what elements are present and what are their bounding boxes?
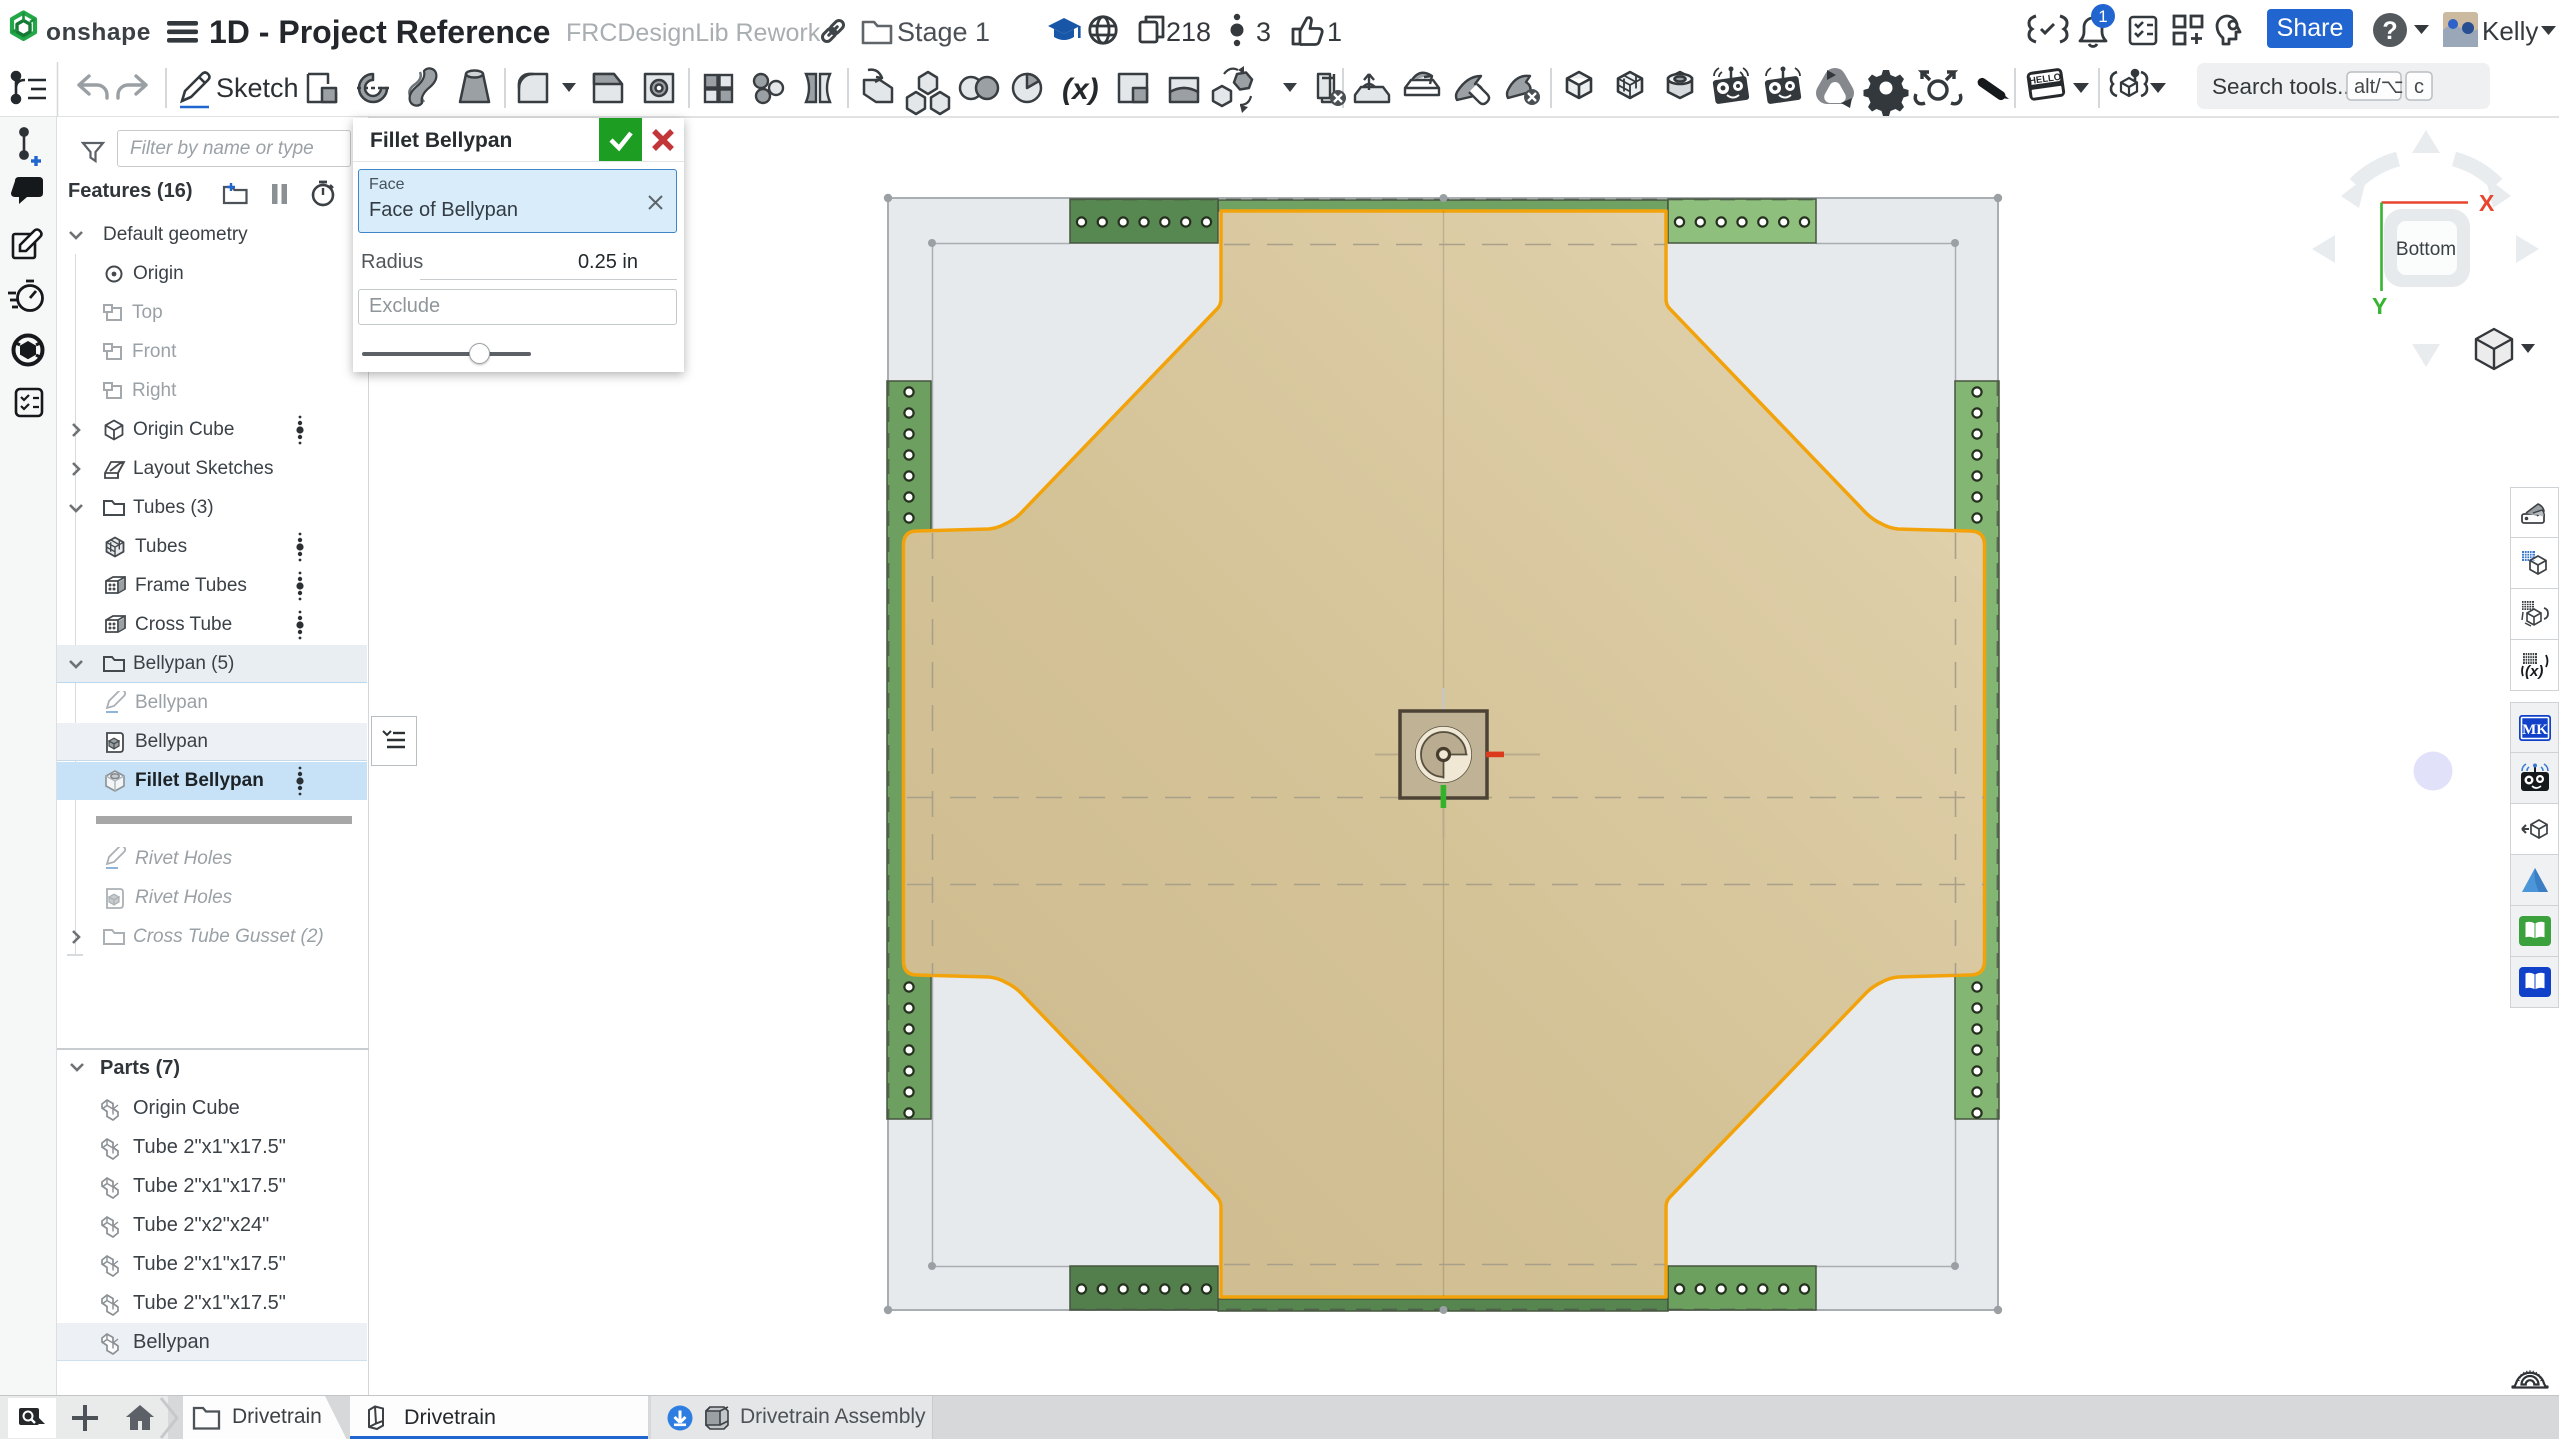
- svg-text:onshape: onshape: [46, 19, 151, 46]
- svg-text:Y: Y: [2372, 293, 2387, 319]
- svg-text:1: 1: [1327, 17, 1342, 47]
- svg-text:c: c: [2414, 76, 2424, 98]
- svg-text:?: ?: [2382, 17, 2397, 45]
- svg-text:1D - Project Reference: 1D - Project Reference: [209, 14, 550, 50]
- svg-text:218: 218: [1166, 17, 1211, 47]
- svg-text:(x): (x): [2525, 663, 2543, 680]
- svg-text:MK: MK: [2522, 722, 2548, 738]
- svg-text:Bottom: Bottom: [2396, 239, 2456, 260]
- svg-text:Kelly: Kelly: [2482, 16, 2538, 46]
- svg-text:Search tools...: Search tools...: [2212, 74, 2356, 99]
- svg-text:(x): (x): [1062, 73, 1099, 106]
- svg-text:Share: Share: [2277, 14, 2344, 42]
- svg-text:Sketch: Sketch: [216, 73, 299, 103]
- svg-text:1: 1: [2098, 7, 2107, 26]
- svg-text:alt/⌥: alt/⌥: [2354, 76, 2404, 98]
- svg-text:FRCDesignLib Rework: FRCDesignLib Rework: [566, 19, 821, 47]
- svg-text:3: 3: [1256, 17, 1271, 47]
- svg-text:Stage 1: Stage 1: [897, 17, 990, 47]
- svg-text:X: X: [2479, 190, 2495, 216]
